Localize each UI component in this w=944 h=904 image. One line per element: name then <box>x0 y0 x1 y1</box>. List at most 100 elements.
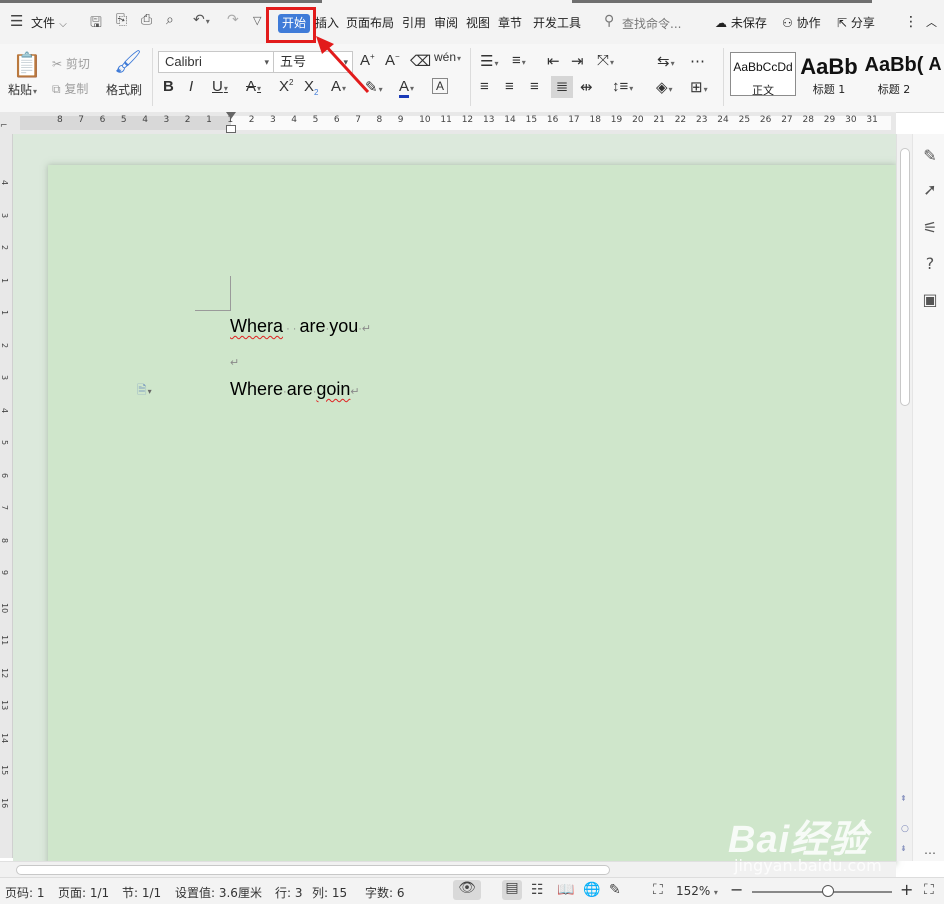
tab-stop-icon[interactable]: ⌐ <box>0 121 8 131</box>
quick-access-more-icon[interactable]: ▽ <box>253 14 261 27</box>
status-word-count[interactable]: 字数: 6 <box>365 884 405 901</box>
tab-developer[interactable]: 开发工具 <box>533 14 581 31</box>
page-view-icon[interactable]: ▤ <box>502 880 522 900</box>
cut-button[interactable]: ✂ 剪切 <box>52 55 90 72</box>
pen-icon[interactable]: ✎ <box>921 146 939 165</box>
align-left-icon[interactable]: ≡ <box>480 78 489 95</box>
borders-icon[interactable]: ⊞▾ <box>690 78 708 96</box>
underline-button[interactable]: U▾ <box>212 78 228 95</box>
misspelled-word[interactable]: goin <box>316 379 350 399</box>
text-direction-icon[interactable]: ⇆▾ <box>657 52 675 70</box>
style-heading-3[interactable]: A <box>926 52 944 96</box>
write-mode-icon[interactable]: ✎ <box>609 882 621 898</box>
zoom-in-icon[interactable]: + <box>900 880 913 899</box>
hamburger-icon[interactable]: ☰ <box>10 12 23 30</box>
status-page-number[interactable]: 页码: 1 <box>5 884 45 901</box>
align-center-icon[interactable]: ≡ <box>505 78 514 95</box>
style-normal[interactable]: AaBbCcDd 正文 <box>730 52 796 97</box>
collapse-ribbon-icon[interactable]: ︿ <box>926 14 937 30</box>
status-pages[interactable]: 页面: 1/1 <box>58 884 109 901</box>
style-heading-1[interactable]: AaBb 标题 1 <box>797 52 861 96</box>
bullet-list-icon[interactable]: ☰▾ <box>480 52 498 70</box>
format-painter-icon[interactable]: 🖌 <box>114 50 142 75</box>
char-border-button[interactable]: A <box>432 78 448 94</box>
clear-format-icon[interactable]: ⌫ <box>410 52 431 70</box>
misspelled-word[interactable]: Whera <box>230 316 283 336</box>
shrink-font-icon[interactable]: A− <box>385 52 400 69</box>
horizontal-ruler[interactable]: 8 7 6 5 4 3 2 1 1 2 3 4 5 6 7 8 9 10 11 12 13 14 15 16 17 18 19 20 2… <box>0 112 896 135</box>
status-column[interactable]: 列: 15 <box>312 884 347 901</box>
fit-page-icon[interactable]: ⛶ <box>653 882 663 898</box>
line-spacing-icon[interactable]: ↕≡▾ <box>612 78 633 95</box>
tab-view[interactable]: 视图 <box>466 14 490 31</box>
first-line-indent-marker[interactable] <box>226 112 236 119</box>
print-icon[interactable]: ⎙ <box>141 12 152 28</box>
more-options-icon[interactable]: ⋮ <box>904 14 918 30</box>
increase-indent-icon[interactable]: ⇥ <box>571 52 584 70</box>
more-dots-icon[interactable]: ⋯ <box>921 846 939 864</box>
numbered-list-icon[interactable]: ≡▾ <box>512 52 526 69</box>
paragraph-options-icon[interactable]: 🗎▾ <box>137 381 152 402</box>
pointer-icon[interactable]: ➚ <box>921 180 939 199</box>
vertical-scrollbar[interactable]: ⇞ ○ ⇟ <box>896 134 913 861</box>
tab-section[interactable]: 章节 <box>498 14 522 31</box>
distributed-icon[interactable]: ⇹ <box>580 78 593 96</box>
export-icon[interactable]: ⎘ <box>116 12 127 28</box>
bold-button[interactable]: B <box>163 78 174 95</box>
baidu-watermark: Bai经验 jingyan.baidu.com <box>728 800 908 880</box>
help-icon[interactable]: ? <box>921 254 939 273</box>
tab-page-layout[interactable]: 页面布局 <box>346 14 394 31</box>
phonetic-guide-icon[interactable]: wén▾ <box>434 50 461 64</box>
share-button[interactable]: ⇱ 分享 <box>837 14 875 31</box>
outline-view-icon[interactable]: ☷ <box>531 882 544 898</box>
fullscreen-icon[interactable]: ⛶ <box>924 882 934 898</box>
left-indent-marker[interactable] <box>226 125 236 133</box>
chinese-layout-icon[interactable]: ⤧▾ <box>597 52 614 69</box>
archive-icon[interactable]: ▣ <box>921 290 939 309</box>
print-preview-icon[interactable]: ⌕ <box>166 12 174 28</box>
decrease-indent-icon[interactable]: ⇤ <box>547 52 560 70</box>
shading-icon[interactable]: ◈▾ <box>656 78 673 96</box>
superscript-button[interactable]: X2 <box>279 78 293 95</box>
status-setting[interactable]: 设置值: 3.6厘米 <box>175 884 262 901</box>
document-page[interactable] <box>48 165 896 865</box>
strikethrough-button[interactable]: A▾ <box>246 78 261 95</box>
zoom-out-icon[interactable]: − <box>730 880 743 899</box>
vertical-scroll-thumb[interactable] <box>900 148 910 406</box>
paragraph-line-3[interactable]: Where·are·goin↵ <box>230 379 360 400</box>
tab-references[interactable]: 引用 <box>402 14 426 31</box>
format-painter-button[interactable]: 格式刷 <box>106 81 142 98</box>
reading-view-icon[interactable]: 📖 <box>557 882 574 898</box>
vertical-ruler[interactable]: 4 3 2 1 1 2 3 4 5 6 7 8 9 10 11 12 13 14 15 16 <box>0 134 13 858</box>
eye-protection-icon[interactable]: 👁 <box>453 880 481 900</box>
save-icon[interactable]: 🖫 <box>90 12 102 36</box>
zoom-slider-handle[interactable] <box>822 885 834 897</box>
unsaved-status[interactable]: ☁ 未保存 <box>715 14 767 31</box>
undo-icon[interactable]: ↶▾ <box>193 12 210 28</box>
font-name-select[interactable]: Calibri ▾ <box>158 51 274 73</box>
paragraph-line-1[interactable]: Whera · · are·you·↵ <box>230 316 371 337</box>
redo-icon[interactable]: ↷ <box>227 12 239 28</box>
align-right-icon[interactable]: ≡ <box>530 78 539 95</box>
horizontal-scroll-thumb[interactable] <box>16 865 610 875</box>
status-section[interactable]: 节: 1/1 <box>122 884 161 901</box>
status-row[interactable]: 行: 3 <box>275 884 303 901</box>
collab-button[interactable]: ⚇ 协作 <box>782 14 821 31</box>
web-view-icon[interactable]: 🌐 <box>583 882 600 898</box>
tab-insert[interactable]: 插入 <box>315 14 339 31</box>
font-color-button[interactable]: A▾ <box>399 78 414 98</box>
italic-button[interactable]: I <box>189 78 193 95</box>
tab-review[interactable]: 审阅 <box>434 14 458 31</box>
command-search[interactable]: ⚲ 查找命令... <box>600 12 700 34</box>
adjust-icon[interactable]: ⚟ <box>921 218 939 237</box>
file-menu[interactable]: 文件 ⌵ <box>31 14 67 31</box>
paste-icon[interactable]: 📋 <box>12 51 42 79</box>
copy-button[interactable]: ⧉ 复制 <box>52 80 88 97</box>
paragraph-line-2[interactable]: ↵ <box>230 350 239 371</box>
style-heading-2[interactable]: AaBb( 标题 2 <box>862 52 926 96</box>
ruler-number: 10 <box>419 115 431 125</box>
paste-button[interactable]: 粘贴▾ <box>8 81 37 98</box>
justify-icon[interactable]: ≣ <box>551 76 573 98</box>
zoom-level[interactable]: 152% ▾ <box>676 884 718 898</box>
show-marks-icon[interactable]: ⋯ <box>690 52 705 70</box>
